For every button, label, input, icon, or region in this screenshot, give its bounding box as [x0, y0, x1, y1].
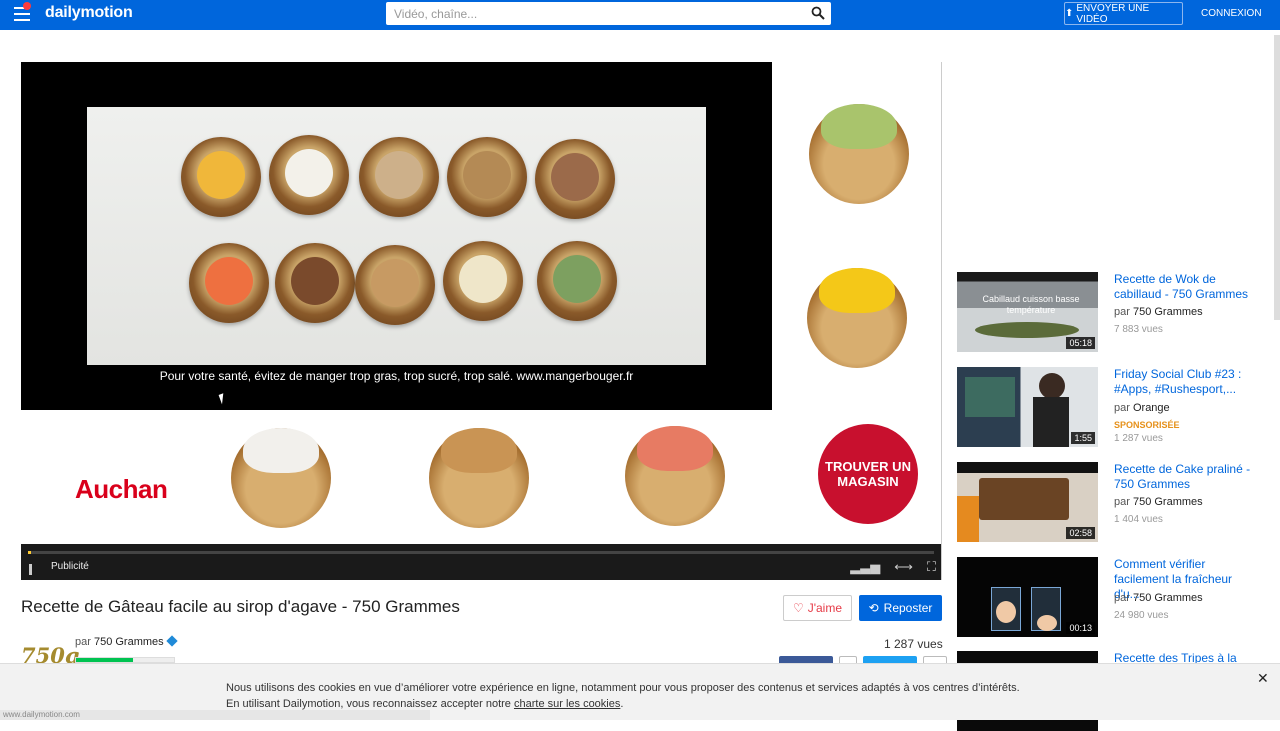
search-icon[interactable] — [811, 6, 825, 20]
follow-fill — [76, 658, 133, 662]
duration-badge: 02:58 — [1066, 527, 1095, 539]
by-prefix: par — [1114, 306, 1130, 318]
sponsored-badge: SPONSORISÉE — [1114, 420, 1180, 430]
pause-icon[interactable] — [29, 562, 39, 575]
notification-badge — [23, 2, 31, 10]
player-controls: Publicité ▂▃▅ ⟷ ⛶ — [21, 544, 941, 580]
dailymotion-logo[interactable]: dailymotion — [45, 4, 133, 22]
scrollbar[interactable] — [1274, 35, 1280, 320]
related-video[interactable]: 02:58 Recette de Cake praliné - 750 Gram… — [957, 462, 1257, 542]
cookie-policy-link[interactable]: charte sur les cookies — [514, 698, 620, 710]
cookie-text: Nous utilisons des cookies en vue d’amél… — [226, 682, 1020, 694]
upload-label: ENVOYER UNE VIDÉO — [1076, 2, 1150, 25]
fullscreen-icon[interactable]: ⛶ — [927, 559, 936, 575]
expand-icon[interactable]: ⟷ — [894, 559, 913, 575]
sidebar-ad-space — [957, 35, 1258, 255]
upload-icon: ⬆ — [1065, 8, 1074, 19]
thumbnail-overlay-text: Cabillaud cuisson basse température — [982, 294, 1080, 315]
related-byline: par Orange — [1114, 402, 1170, 414]
ad-label: Publicité — [51, 561, 89, 572]
volume-icon[interactable]: ▂▃▅ — [850, 559, 880, 575]
related-byline: par 750 Grammes — [1114, 592, 1203, 604]
repost-label: Reposter — [883, 601, 933, 615]
related-views: 1 287 vues — [1114, 433, 1163, 444]
like-button[interactable]: ♡ J'aime — [783, 595, 852, 621]
video-thumbnail[interactable]: 00:13 — [957, 557, 1098, 637]
duration-badge: 05:18 — [1066, 337, 1095, 349]
byline-prefix: par — [75, 636, 91, 648]
related-byline: par 750 Grammes — [1114, 496, 1203, 508]
related-video[interactable]: 1:55 Friday Social Club #23 : #Apps, #Ru… — [957, 367, 1257, 447]
related-title[interactable]: Recette de Wok de cabillaud - 750 Gramme… — [1114, 272, 1257, 302]
view-count: 1 287 vues — [884, 637, 943, 651]
repost-icon: ⟲ — [868, 601, 879, 615]
related-channel[interactable]: 750 Grammes — [1133, 496, 1203, 508]
channel-name[interactable]: 750 Grammes — [94, 636, 164, 648]
cookie-suffix: . — [620, 698, 624, 710]
duration-badge: 00:13 — [1066, 622, 1095, 634]
related-views: 24 980 vues — [1114, 610, 1169, 621]
video-frame-image — [87, 107, 706, 365]
video-inset: Pour votre santé, évitez de manger trop … — [21, 62, 772, 410]
lemon-choux-image — [807, 268, 907, 368]
video-title: Recette de Gâteau facile au sirop d'agav… — [21, 597, 460, 616]
related-title[interactable]: Recette de Cake praliné - 750 Grammes — [1114, 462, 1257, 492]
upload-video-button[interactable]: ⬆ ENVOYER UNE VIDÉO — [1064, 2, 1183, 25]
channel-byline: par 750 Grammes — [75, 635, 178, 648]
duration-badge: 1:55 — [1071, 432, 1095, 444]
cookie-text-2: En utilisant Dailymotion, vous reconnais… — [226, 698, 623, 710]
video-thumbnail[interactable]: 02:58 — [957, 462, 1098, 542]
search-placeholder: Vidéo, chaîne... — [394, 7, 478, 21]
find-store-button[interactable]: TROUVER UN MAGASIN — [818, 424, 918, 524]
related-views: 1 404 vues — [1114, 514, 1163, 525]
related-views: 7 883 vues — [1114, 324, 1163, 335]
like-label: J'aime — [807, 601, 843, 615]
progress-fill — [28, 551, 31, 554]
search-input[interactable]: Vidéo, chaîne... — [386, 2, 831, 25]
video-thumbnail[interactable]: Cabillaud cuisson basse température 05:1… — [957, 272, 1098, 352]
related-channel[interactable]: Orange — [1133, 402, 1170, 414]
auchan-logo[interactable]: Auchan — [75, 474, 168, 505]
related-channel[interactable]: 750 Grammes — [1133, 592, 1203, 604]
repost-button[interactable]: ⟲ Reposter — [859, 595, 942, 621]
strawberry-choux-image — [625, 426, 725, 526]
cookie-prefix: En utilisant Dailymotion, vous reconnais… — [226, 698, 511, 710]
status-bar-url: www.dailymotion.com — [0, 710, 430, 720]
video-player[interactable]: Pour votre santé, évitez de manger trop … — [21, 62, 942, 580]
related-byline: par 750 Grammes — [1114, 306, 1203, 318]
vanilla-choux-image — [231, 428, 331, 528]
related-channel[interactable]: 750 Grammes — [1133, 306, 1203, 318]
close-icon[interactable]: ✕ — [1257, 670, 1269, 687]
video-thumbnail[interactable]: 1:55 — [957, 367, 1098, 447]
related-video[interactable]: Cabillaud cuisson basse température 05:1… — [957, 272, 1257, 352]
by-prefix: par — [1114, 402, 1130, 414]
login-link[interactable]: CONNEXION — [1201, 8, 1262, 19]
pistachio-choux-image — [809, 104, 909, 204]
heart-icon: ♡ — [792, 601, 804, 615]
by-prefix: par — [1114, 496, 1130, 508]
progress-bar[interactable] — [28, 551, 934, 554]
health-disclaimer: Pour votre santé, évitez de manger trop … — [159, 369, 634, 383]
related-title[interactable]: Friday Social Club #23 : #Apps, #Rushesp… — [1114, 367, 1257, 397]
related-video[interactable]: 00:13 Comment vérifier facilement la fra… — [957, 557, 1257, 637]
praline-choux-image — [429, 428, 529, 528]
by-prefix: par — [1114, 592, 1130, 604]
verified-icon — [166, 635, 178, 647]
top-bar: dailymotion Vidéo, chaîne... ⬆ ENVOYER U… — [0, 0, 1280, 30]
